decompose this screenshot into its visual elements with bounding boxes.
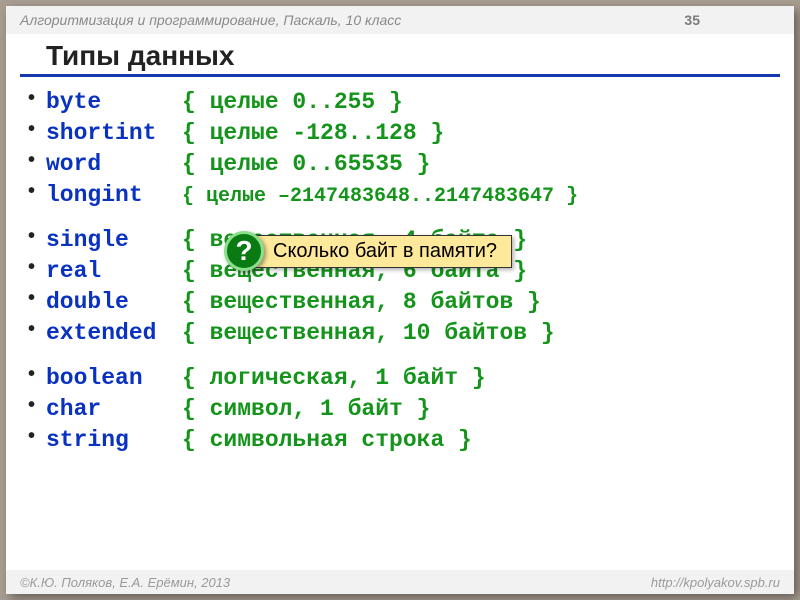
type-keyword: char bbox=[46, 394, 182, 425]
type-comment: { целые 0..255 } bbox=[182, 87, 403, 118]
type-keyword: extended bbox=[46, 318, 182, 349]
type-row: •double{ вещественная, 8 байтов } bbox=[28, 287, 772, 318]
type-row: •longint{ целые –2147483648..2147483647 … bbox=[28, 180, 772, 211]
type-comment: { вещественная, 10 байтов } bbox=[182, 318, 555, 349]
type-comment: { целые 0..65535 } bbox=[182, 149, 430, 180]
bullet-icon: • bbox=[28, 288, 46, 308]
type-keyword: real bbox=[46, 256, 182, 287]
bullet-icon: • bbox=[28, 119, 46, 139]
type-row: •byte{ целые 0..255 } bbox=[28, 87, 772, 118]
type-keyword: byte bbox=[46, 87, 182, 118]
course-title: Алгоритмизация и программирование, Паска… bbox=[20, 12, 684, 28]
bullet-icon: • bbox=[28, 150, 46, 170]
type-row: •char{ символ, 1 байт } bbox=[28, 394, 772, 425]
question-mark-icon: ? bbox=[224, 231, 264, 271]
type-comment: { логическая, 1 байт } bbox=[182, 363, 486, 394]
type-comment: { целые –2147483648..2147483647 } bbox=[182, 183, 578, 210]
type-keyword: shortint bbox=[46, 118, 182, 149]
header-band: Алгоритмизация и программирование, Паска… bbox=[6, 6, 794, 34]
type-comment: { вещественная, 8 байтов } bbox=[182, 287, 541, 318]
type-row: •boolean{ логическая, 1 байт } bbox=[28, 363, 772, 394]
type-keyword: double bbox=[46, 287, 182, 318]
type-keyword: boolean bbox=[46, 363, 182, 394]
footer-url: http://kpolyakov.spb.ru bbox=[651, 575, 780, 590]
callout: ? Сколько байт в памяти? bbox=[224, 231, 512, 271]
footer-band: ©К.Ю. Поляков, Е.А. Ерёмин, 2013 http://… bbox=[6, 570, 794, 594]
type-keyword: string bbox=[46, 425, 182, 456]
bullet-icon: • bbox=[28, 319, 46, 339]
bullet-icon: • bbox=[28, 426, 46, 446]
type-row: •extended{ вещественная, 10 байтов } bbox=[28, 318, 772, 349]
group-gap bbox=[28, 211, 772, 225]
page-number: 35 bbox=[684, 12, 780, 28]
type-row: •shortint{ целые -128..128 } bbox=[28, 118, 772, 149]
slide-title: Типы данных bbox=[20, 34, 780, 77]
type-keyword: single bbox=[46, 225, 182, 256]
type-comment: { символ, 1 байт } bbox=[182, 394, 430, 425]
bullet-icon: • bbox=[28, 364, 46, 384]
callout-text: Сколько байт в памяти? bbox=[254, 235, 512, 268]
type-comment: { целые -128..128 } bbox=[182, 118, 444, 149]
type-row: •string{ символьная строка } bbox=[28, 425, 772, 456]
type-comment: { символьная строка } bbox=[182, 425, 472, 456]
content: •byte{ целые 0..255 }•shortint{ целые -1… bbox=[6, 83, 794, 461]
group-gap bbox=[28, 349, 772, 363]
bullet-icon: • bbox=[28, 257, 46, 277]
type-row: •word{ целые 0..65535 } bbox=[28, 149, 772, 180]
slide: Алгоритмизация и программирование, Паска… bbox=[6, 6, 794, 594]
bullet-icon: • bbox=[28, 226, 46, 246]
footer-authors: ©К.Ю. Поляков, Е.А. Ерёмин, 2013 bbox=[20, 575, 651, 590]
type-keyword: longint bbox=[46, 180, 182, 211]
bullet-icon: • bbox=[28, 88, 46, 108]
bullet-icon: • bbox=[28, 181, 46, 201]
bullet-icon: • bbox=[28, 395, 46, 415]
type-keyword: word bbox=[46, 149, 182, 180]
